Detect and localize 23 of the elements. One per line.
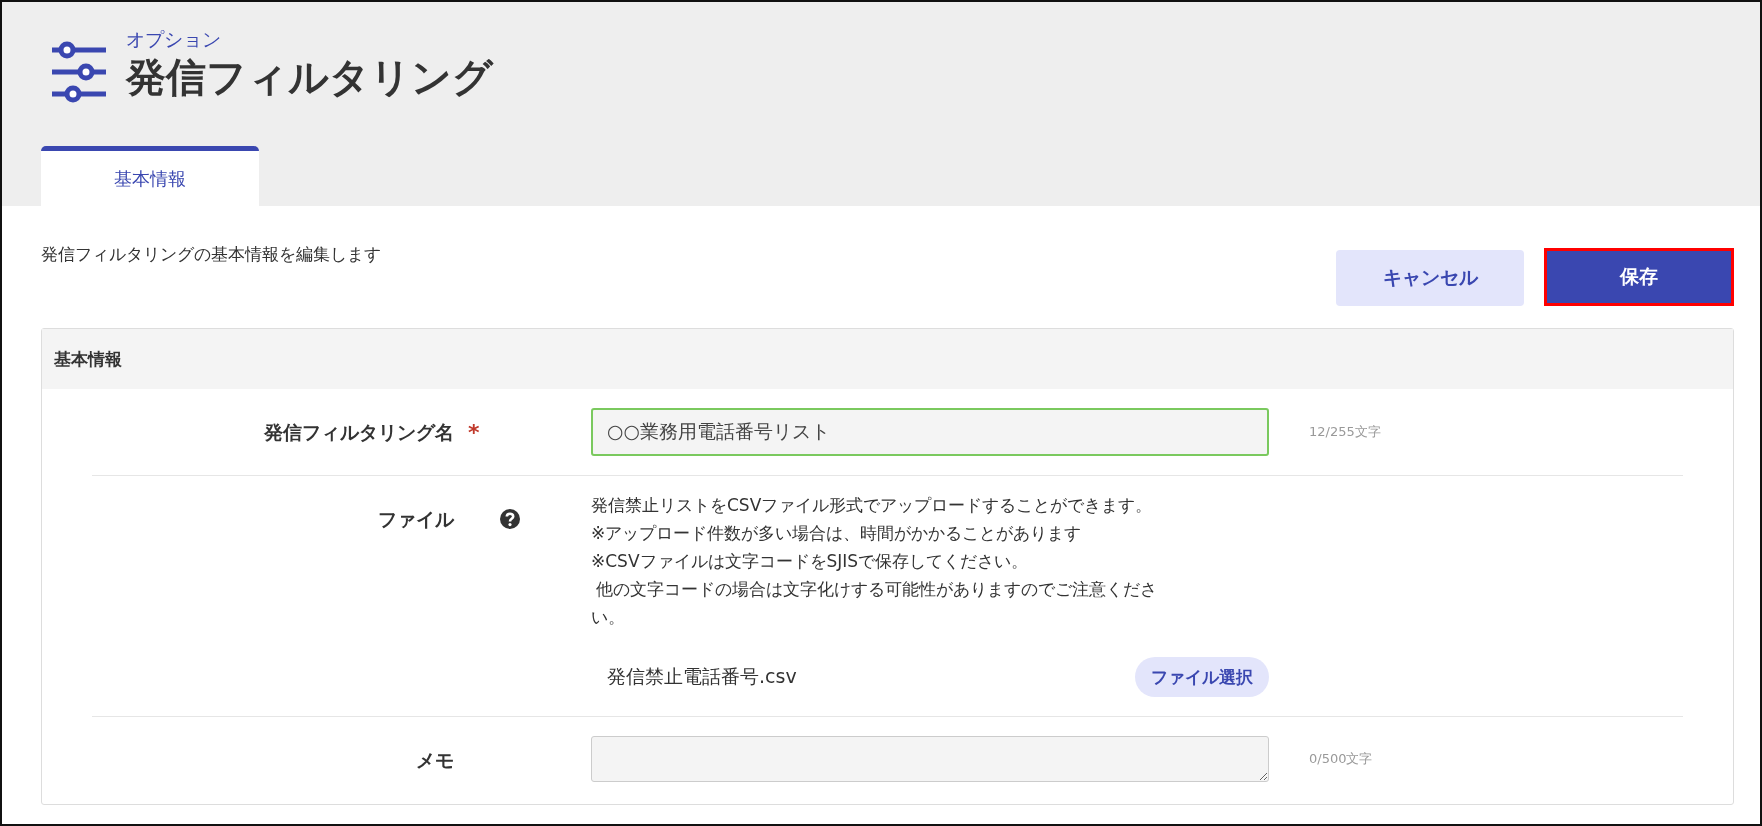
file-select-button[interactable]: ファイル選択 [1135, 657, 1269, 697]
page-title: 発信フィルタリング [126, 53, 493, 102]
file-name: 発信禁止電話番号.csv [606, 664, 797, 689]
page-subtitle: オプション [126, 27, 222, 51]
tab[interactable]: 基本情報 [41, 146, 259, 206]
note-text: ※アップロード件数が多い場合は、時間がかかることがあります [591, 522, 1083, 545]
save-button[interactable]: 保存 [1544, 248, 1734, 306]
name-field[interactable]: ○○業務用電話番号リスト [591, 408, 1269, 456]
character-counter: 0/500文字 [1309, 750, 1373, 768]
note-text: 発信禁止リストをCSVファイル形式でアップロードすることができます。 [591, 494, 1154, 517]
cancel-button[interactable]: キャンセル [1336, 250, 1524, 306]
sliders-icon [50, 40, 108, 104]
character-counter: 12/255文字 [1309, 423, 1381, 441]
note-text: 他の文字コードの場合は文字化けする可能性がありますのでご注意くださ [595, 578, 1159, 601]
field-label: 発信フィルタリング名 [263, 420, 454, 445]
required-marker: * [467, 420, 480, 445]
page-description: 発信フィルタリングの基本情報を編集します [41, 243, 381, 266]
field-label: メモ [415, 748, 454, 773]
memo-field[interactable] [591, 736, 1269, 782]
field-label: ファイル [377, 507, 454, 532]
note-text: い。 [591, 606, 626, 629]
panel-title: 基本情報 [42, 329, 1733, 389]
note-text: ※CSVファイルは文字コードをSJISで保存してください。 [591, 550, 1030, 573]
